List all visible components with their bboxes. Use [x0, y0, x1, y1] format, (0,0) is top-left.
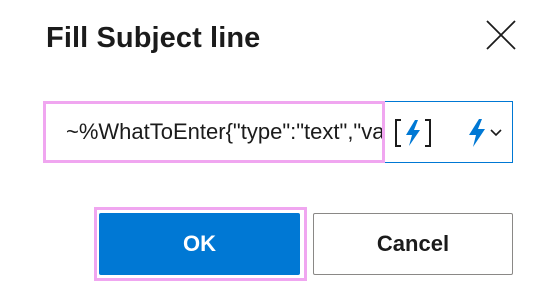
subject-text-field[interactable]: ~%WhatToEnter{"type":"text","value":""}%… — [44, 101, 384, 163]
variable-picker — [384, 101, 513, 163]
dialog-title: Fill Subject line — [46, 22, 261, 54]
subject-field-value: ~%WhatToEnter{"type":"text","value":""}%… — [66, 119, 384, 144]
variable-menu-button[interactable] — [459, 116, 509, 150]
cancel-button[interactable]: Cancel — [313, 213, 513, 275]
lightning-icon — [469, 119, 485, 147]
bracketed-lightning-icon — [395, 119, 431, 147]
close-button[interactable] — [484, 18, 518, 52]
close-icon — [486, 20, 516, 50]
subject-input-row: ~%WhatToEnter{"type":"text","value":""}%… — [44, 101, 513, 163]
ok-button[interactable]: OK — [99, 213, 300, 275]
insert-variable-button[interactable] — [393, 116, 433, 150]
chevron-down-icon — [490, 129, 502, 137]
